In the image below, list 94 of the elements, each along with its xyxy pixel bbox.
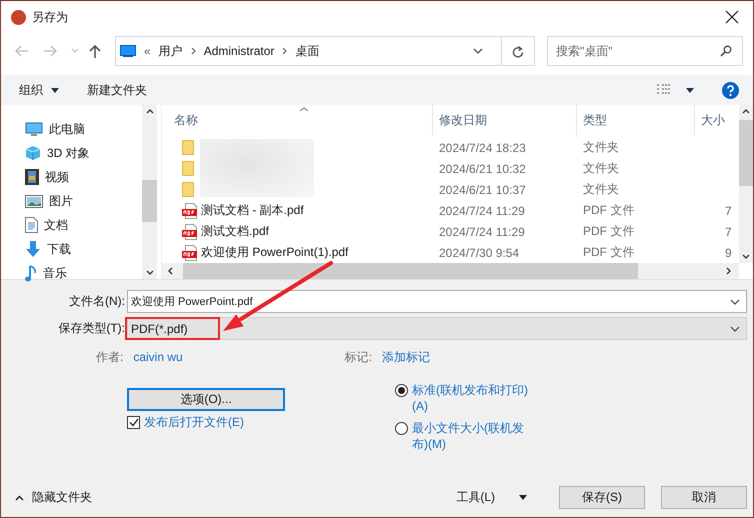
chevron-icon: [282, 47, 288, 55]
caret-icon: [51, 88, 59, 92]
search-field[interactable]: 搜索"桌面": [547, 36, 743, 66]
options-button[interactable]: 选项(O)...: [127, 388, 285, 411]
scroll-up-icon[interactable]: [146, 109, 154, 114]
new-folder-button[interactable]: 新建文件夹: [87, 82, 147, 98]
table-cell: 7: [725, 204, 732, 218]
monitor-icon: [120, 45, 136, 57]
chevron-up-icon[interactable]: [15, 494, 24, 500]
nav-item[interactable]: 文档: [44, 216, 68, 234]
folder-icon: [182, 140, 194, 155]
pdf-file-icon: [182, 244, 198, 260]
organize-menu[interactable]: 组织: [19, 82, 43, 98]
pdf-file-icon: [182, 202, 198, 218]
chevron-down-icon[interactable]: [473, 48, 483, 54]
column-header[interactable]: 类型: [577, 105, 695, 135]
cancel-button[interactable]: 取消: [661, 486, 747, 509]
chevron-down-icon: [730, 326, 740, 332]
up-icon[interactable]: [89, 44, 101, 58]
monitor-icon: [25, 122, 43, 136]
search-icon: [720, 45, 732, 57]
field-label: 保存类型(T):: [57, 320, 126, 337]
close-button[interactable]: [725, 10, 739, 24]
refresh-icon[interactable]: [512, 44, 524, 58]
table-cell-text: PDF 文件: [582, 202, 636, 219]
caret-icon[interactable]: [519, 495, 527, 500]
scroll-left-icon[interactable]: [168, 267, 173, 275]
address-bar[interactable]: « 用户 Administrator 桌面: [115, 36, 535, 66]
radio-label[interactable]: 最小文件大小(联机发布)(M): [412, 420, 537, 452]
tools-menu[interactable]: 工具(L): [456, 489, 495, 506]
column-header[interactable]: 名称: [162, 105, 433, 135]
folder-icon: [182, 161, 194, 176]
checkbox-label[interactable]: 发布后打开文件(E): [144, 414, 244, 431]
file-name[interactable]: 欢迎使用 PowerPoint(1).pdf: [201, 244, 348, 261]
folder-icon: [182, 182, 194, 197]
caret-icon[interactable]: [686, 88, 694, 92]
nav-item[interactable]: 图片: [49, 192, 73, 210]
file-type-dropdown[interactable]: PDF(*.pdf): [127, 317, 747, 340]
file-name[interactable]: 测试文档 - 副本.pdf: [201, 202, 304, 219]
breadcrumb[interactable]: 用户: [158, 42, 183, 60]
picture-frame-icon: [25, 194, 43, 208]
film-icon: [25, 169, 39, 185]
tags-label: 标记:: [344, 348, 372, 366]
table-cell-text: 文件夹: [582, 181, 620, 198]
app-icon: [11, 10, 26, 24]
hide-folders-button[interactable]: 隐藏文件夹: [32, 489, 92, 506]
add-tag-link[interactable]: 添加标记: [382, 348, 430, 366]
sort-caret-icon: [300, 107, 308, 111]
breadcrumb[interactable]: 桌面: [295, 42, 320, 60]
overflow-chevron[interactable]: «: [144, 44, 151, 58]
file-name[interactable]: 测试文档.pdf: [201, 223, 270, 240]
table-cell-text: 2024/7/30 9:54: [438, 246, 520, 260]
table-cell-text: PDF 文件: [582, 244, 636, 261]
author-link[interactable]: caivin wu: [133, 350, 183, 364]
document-icon: [25, 217, 38, 233]
scroll-up-icon[interactable]: [742, 109, 750, 114]
view-options-icon[interactable]: [656, 84, 672, 96]
author-label: 作者:: [96, 348, 124, 366]
filename-field[interactable]: 欢迎使用 PowerPoint.pdf: [127, 290, 747, 313]
table-cell: 9: [725, 246, 732, 260]
chevron-down-icon: [730, 298, 740, 304]
save-button[interactable]: 保存(S): [559, 486, 645, 509]
nav-item[interactable]: 此电脑: [49, 120, 85, 138]
field-label: 文件名(N):: [68, 293, 126, 310]
table-cell-text: 2024/6/21 10:37: [438, 182, 527, 196]
scroll-down-icon[interactable]: [146, 270, 154, 275]
checkbox[interactable]: [127, 416, 140, 429]
column-header[interactable]: 修改日期: [433, 105, 577, 135]
scroll-down-icon[interactable]: [742, 254, 750, 259]
table-cell-text: 文件夹: [582, 139, 620, 156]
breadcrumb[interactable]: Administrator: [204, 44, 274, 58]
nav-item[interactable]: 下载: [47, 240, 71, 258]
table-cell: 7: [725, 224, 732, 238]
scroll-right-icon[interactable]: [726, 267, 731, 275]
radio-button[interactable]: [395, 422, 408, 435]
nav-item[interactable]: 3D 对象: [47, 144, 90, 162]
table-cell-text: 2024/7/24 18:23: [438, 140, 527, 154]
radio-label[interactable]: 标准(联机发布和打印)(A): [412, 382, 537, 414]
table-cell-text: 2024/6/21 10:32: [438, 162, 527, 176]
column-header[interactable]: 大小: [695, 105, 735, 135]
nav-item[interactable]: 音乐: [43, 264, 67, 282]
music-note-icon: [25, 264, 37, 282]
table-cell-text: 文件夹: [582, 160, 620, 177]
radio-button[interactable]: [395, 384, 408, 397]
table-cell-text: 2024/7/24 11:29: [438, 224, 526, 238]
download-arrow-icon: [25, 241, 41, 257]
cube-icon: [25, 145, 41, 161]
help-icon[interactable]: [722, 82, 739, 98]
table-cell-text: PDF 文件: [582, 223, 636, 240]
window-title: 另存为: [32, 8, 68, 26]
pdf-file-icon: [182, 224, 198, 240]
chevron-icon: [190, 47, 196, 55]
table-cell-text: 2024/7/24 11:29: [438, 204, 526, 218]
nav-item[interactable]: 视频: [45, 168, 69, 186]
